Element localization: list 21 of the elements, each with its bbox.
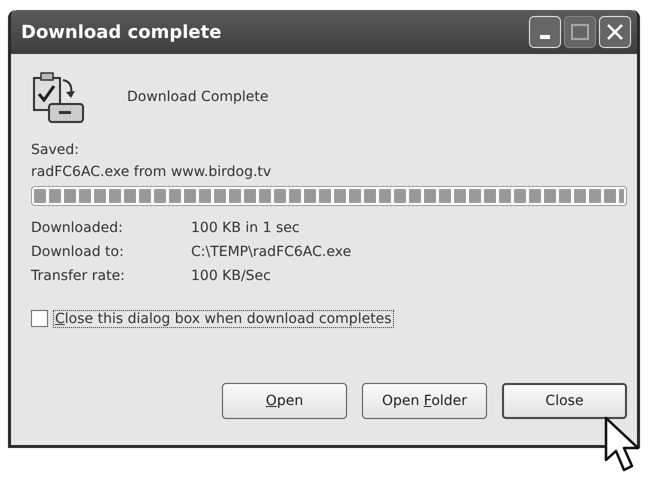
detail-value: 100 KB/Sec: [191, 267, 271, 286]
dialog-button[interactable]: Open: [222, 383, 347, 419]
detail-value: 100 KB in 1 sec: [191, 219, 300, 238]
maximize-icon: [571, 24, 589, 40]
saved-file-text: radFC6AC.exe from www.birdog.tv: [31, 164, 272, 180]
saved-label: Saved:: [31, 142, 80, 158]
detail-label: Transfer rate:: [31, 267, 126, 286]
minimize-button[interactable]: [529, 16, 561, 48]
checkbox-label[interactable]: Close this dialog box when download completes: [54, 310, 393, 326]
dialog-button[interactable]: Close: [502, 383, 627, 419]
dialog-button[interactable]: Open Folder: [362, 383, 487, 419]
clipboard-download-icon: [31, 70, 87, 124]
close-icon: [606, 23, 624, 41]
checkbox[interactable]: [31, 310, 48, 327]
detail-label: Download to:: [31, 243, 125, 262]
detail-value: C:\TEMP\radFC6AC.exe: [191, 243, 352, 262]
status-heading: Download Complete: [127, 89, 269, 105]
window-title: Download complete: [21, 22, 222, 42]
detail-label: Downloaded:: [31, 219, 124, 238]
minimize-icon: [540, 35, 550, 39]
close-button[interactable]: [599, 16, 631, 48]
